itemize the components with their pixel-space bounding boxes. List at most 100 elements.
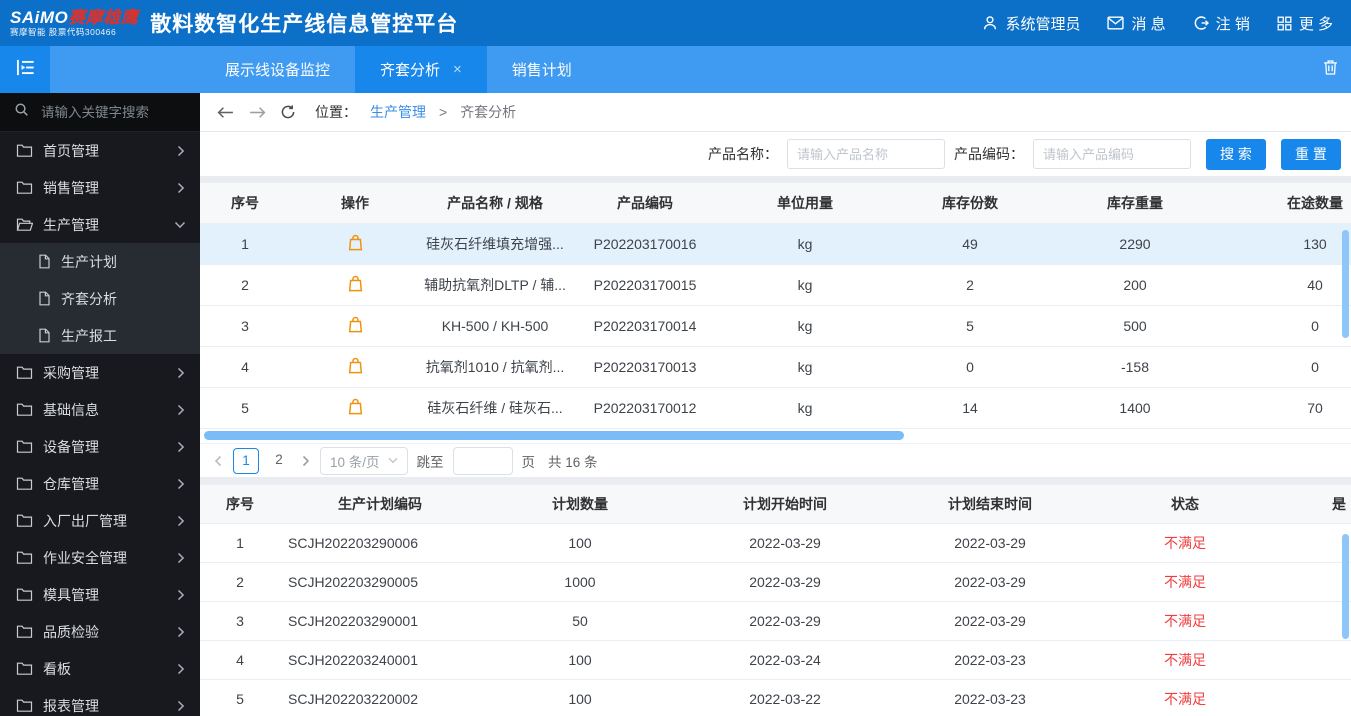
sidebar-item-label: 看板: [43, 660, 71, 677]
doc-icon: [38, 291, 51, 306]
more-menu-item[interactable]: 更 多: [1277, 13, 1333, 34]
breadcrumb: 位置： 生产管理 > 齐套分析: [200, 93, 1351, 132]
sidebar-item-label: 模具管理: [43, 586, 99, 603]
page-size-select[interactable]: 10 条/页: [320, 446, 408, 475]
sidebar-item-看板[interactable]: 看板: [0, 650, 200, 687]
tab-齐套分析[interactable]: 齐套分析 ×: [355, 46, 487, 93]
row-index: 3: [236, 613, 244, 629]
row-index: 5: [236, 691, 244, 707]
sidebar-item-基础信息[interactable]: 基础信息: [0, 391, 200, 428]
messages-menu-item[interactable]: 消 息: [1107, 13, 1166, 34]
sidebar-subitem-生产计划[interactable]: 生产计划: [0, 243, 200, 280]
sidebar-subitem-label: 生产计划: [61, 253, 117, 270]
breadcrumb-separator: >: [439, 104, 448, 120]
operation-bag-icon[interactable]: [347, 316, 364, 334]
sidebar-search-input[interactable]: [39, 103, 186, 121]
plans-vertical-scrollbar-thumb[interactable]: [1342, 534, 1349, 639]
products-table-header: 序号 操作 产品名称 / 规格 产品编码 单位用量 库存份数 库存重量 在途数量: [200, 182, 1351, 224]
back-button[interactable]: [216, 105, 235, 120]
jump-page-input[interactable]: [452, 446, 513, 475]
row-actions: [290, 234, 420, 255]
next-page-button[interactable]: [300, 455, 311, 467]
column-header: 是: [1332, 496, 1346, 512]
page-number-2[interactable]: 2: [267, 448, 291, 472]
folder-icon: [16, 550, 33, 565]
sidebar-subitem-齐套分析[interactable]: 齐套分析: [0, 280, 200, 317]
plan-qty: 50: [572, 613, 588, 629]
sidebar-subitem-label: 生产报工: [61, 327, 117, 344]
refresh-button[interactable]: [280, 104, 296, 120]
sidebar: 首页管理销售管理生产管理生产计划齐套分析生产报工采购管理基础信息设备管理仓库管理…: [0, 93, 200, 716]
product-name: 硅灰石纤维填充增强...: [426, 236, 564, 252]
sidebar-item-label: 首页管理: [43, 142, 99, 159]
horizontal-scrollbar-thumb[interactable]: [204, 431, 904, 440]
sidebar-item-仓库管理[interactable]: 仓库管理: [0, 465, 200, 502]
logout-menu-item[interactable]: 注 销: [1193, 13, 1250, 34]
sidebar-item-label: 作业安全管理: [43, 549, 127, 566]
table-row[interactable]: 4 抗氧剂1010 / 抗氧剂... P202203170013 kg 0 -158 0: [200, 347, 1351, 388]
table-row[interactable]: 2 SCJH202203290005 1000 2022-03-29 2022-03-2…: [200, 563, 1351, 602]
sidebar-item-报表管理[interactable]: 报表管理: [0, 687, 200, 716]
operation-bag-icon[interactable]: [347, 357, 364, 375]
sidebar-item-首页管理[interactable]: 首页管理: [0, 132, 200, 169]
column-header: 序号: [231, 195, 259, 211]
sidebar-subitem-生产报工[interactable]: 生产报工: [0, 317, 200, 354]
tab-销售计划[interactable]: 销售计划: [487, 46, 597, 93]
table-row[interactable]: 3 SCJH202203290001 50 2022-03-29 2022-03-29 不…: [200, 602, 1351, 641]
operation-bag-icon[interactable]: [347, 275, 364, 293]
operation-bag-icon[interactable]: [347, 234, 364, 252]
table-row[interactable]: 4 SCJH202203240001 100 2022-03-24 2022-03-23…: [200, 641, 1351, 680]
status-badge: 不满足: [1164, 574, 1206, 590]
folder-icon: [16, 439, 33, 454]
user-menu-item[interactable]: 系统管理员: [982, 13, 1080, 34]
table-row[interactable]: 3 KH-500 / KH-500 P202203170014 kg 5 500 0: [200, 306, 1351, 347]
unit-usage: kg: [797, 400, 813, 416]
sidebar-item-生产管理[interactable]: 生产管理: [0, 206, 200, 243]
sidebar-item-作业安全管理[interactable]: 作业安全管理: [0, 539, 200, 576]
brand-tagline: 赛摩智能 股票代码300466: [10, 27, 117, 38]
operation-bag-icon[interactable]: [347, 398, 364, 416]
table-row[interactable]: 5 硅灰石纤维 / 硅灰石... P202203170012 kg 14 1400 70: [200, 388, 1351, 429]
table-row[interactable]: 2 辅助抗氧剂DLTP / 辅... P202203170015 kg 2 200 40: [200, 265, 1351, 306]
forward-button[interactable]: [248, 105, 267, 120]
chevron-right-icon: [175, 145, 186, 157]
sidebar-item-设备管理[interactable]: 设备管理: [0, 428, 200, 465]
search-button[interactable]: 搜 索: [1206, 138, 1266, 170]
clear-tabs-button[interactable]: [1323, 59, 1338, 80]
tab-label: 展示线设备监控: [225, 62, 331, 79]
page-number-1[interactable]: 1: [233, 447, 259, 474]
sidebar-item-销售管理[interactable]: 销售管理: [0, 169, 200, 206]
breadcrumb-parent-link[interactable]: 生产管理: [370, 102, 426, 122]
column-header: 库存份数: [942, 195, 998, 211]
sidebar-item-模具管理[interactable]: 模具管理: [0, 576, 200, 613]
plans-table-header: 序号 生产计划编码 计划数量 计划开始时间 计划结束时间 状态 是: [200, 484, 1351, 524]
folder-icon: [16, 624, 33, 639]
sidebar-item-label: 采购管理: [43, 364, 99, 381]
tab-bar: 展示线设备监控 齐套分析 × 销售计划: [0, 46, 1351, 93]
tab-展示线设备监控[interactable]: 展示线设备监控: [200, 46, 355, 93]
table-row[interactable]: 1 SCJH202203290006 100 2022-03-29 2022-03-29…: [200, 524, 1351, 563]
sidebar-submenu: 生产计划齐套分析生产报工: [0, 243, 200, 354]
sidebar-item-品质检验[interactable]: 品质检验: [0, 613, 200, 650]
reset-button[interactable]: 重 置: [1281, 138, 1341, 170]
unit-usage: kg: [797, 277, 813, 293]
plan-qty: 1000: [564, 574, 596, 590]
products-vertical-scrollbar-thumb[interactable]: [1342, 230, 1349, 338]
doc-icon: [38, 254, 51, 269]
brand-name: SAiMO赛摩雄鹰: [10, 7, 138, 27]
product-name: 抗氧剂1010 / 抗氧剂...: [425, 359, 565, 375]
brand-latin: SAiMO: [10, 7, 69, 27]
table-row[interactable]: 1 硅灰石纤维填充增强... P202203170016 kg 49 2290 130: [200, 224, 1351, 265]
prev-page-button[interactable]: [213, 455, 224, 467]
product-name-input[interactable]: [787, 139, 945, 169]
stock-shares: 2: [966, 277, 974, 293]
column-header: 状态: [1171, 496, 1199, 512]
chevron-right-icon: [175, 589, 186, 601]
sidebar-item-采购管理[interactable]: 采购管理: [0, 354, 200, 391]
row-index: 3: [241, 318, 249, 334]
sidebar-item-入厂出厂管理[interactable]: 入厂出厂管理: [0, 502, 200, 539]
product-code-input[interactable]: [1033, 139, 1191, 169]
sidebar-collapse-button[interactable]: [0, 46, 50, 93]
tab-close-icon[interactable]: ×: [453, 62, 462, 77]
table-row[interactable]: 5 SCJH202203220002 100 2022-03-22 2022-03-23…: [200, 680, 1351, 716]
